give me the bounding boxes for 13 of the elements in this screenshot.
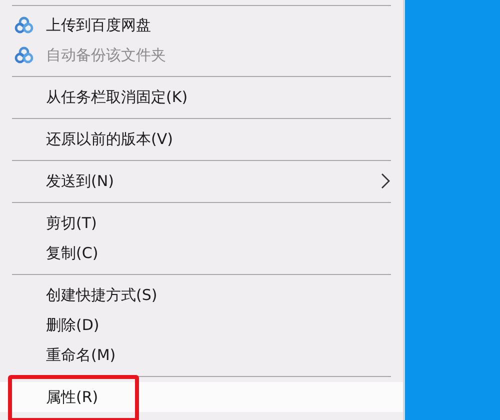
menu-item[interactable]: 还原以前的版本(V): [0, 124, 403, 154]
menu-item[interactable]: 上传到百度网盘: [0, 10, 403, 40]
menu-item[interactable]: 属性(R): [0, 382, 403, 412]
menu-item[interactable]: 创建快捷方式(S): [0, 280, 403, 310]
cloud-icon: [14, 45, 34, 65]
menu-item[interactable]: 删除(D): [0, 310, 403, 340]
cloud-icon: [14, 15, 34, 35]
menu-item[interactable]: 从任务栏取消固定(K): [0, 82, 403, 112]
menu-item[interactable]: 重命名(M): [0, 340, 403, 370]
menu-item[interactable]: 发送到(N): [0, 166, 403, 196]
menu-item[interactable]: 剪切(T): [0, 208, 403, 238]
menu-item[interactable]: 复制(C): [0, 238, 403, 268]
chevron-right-icon: [381, 173, 391, 189]
